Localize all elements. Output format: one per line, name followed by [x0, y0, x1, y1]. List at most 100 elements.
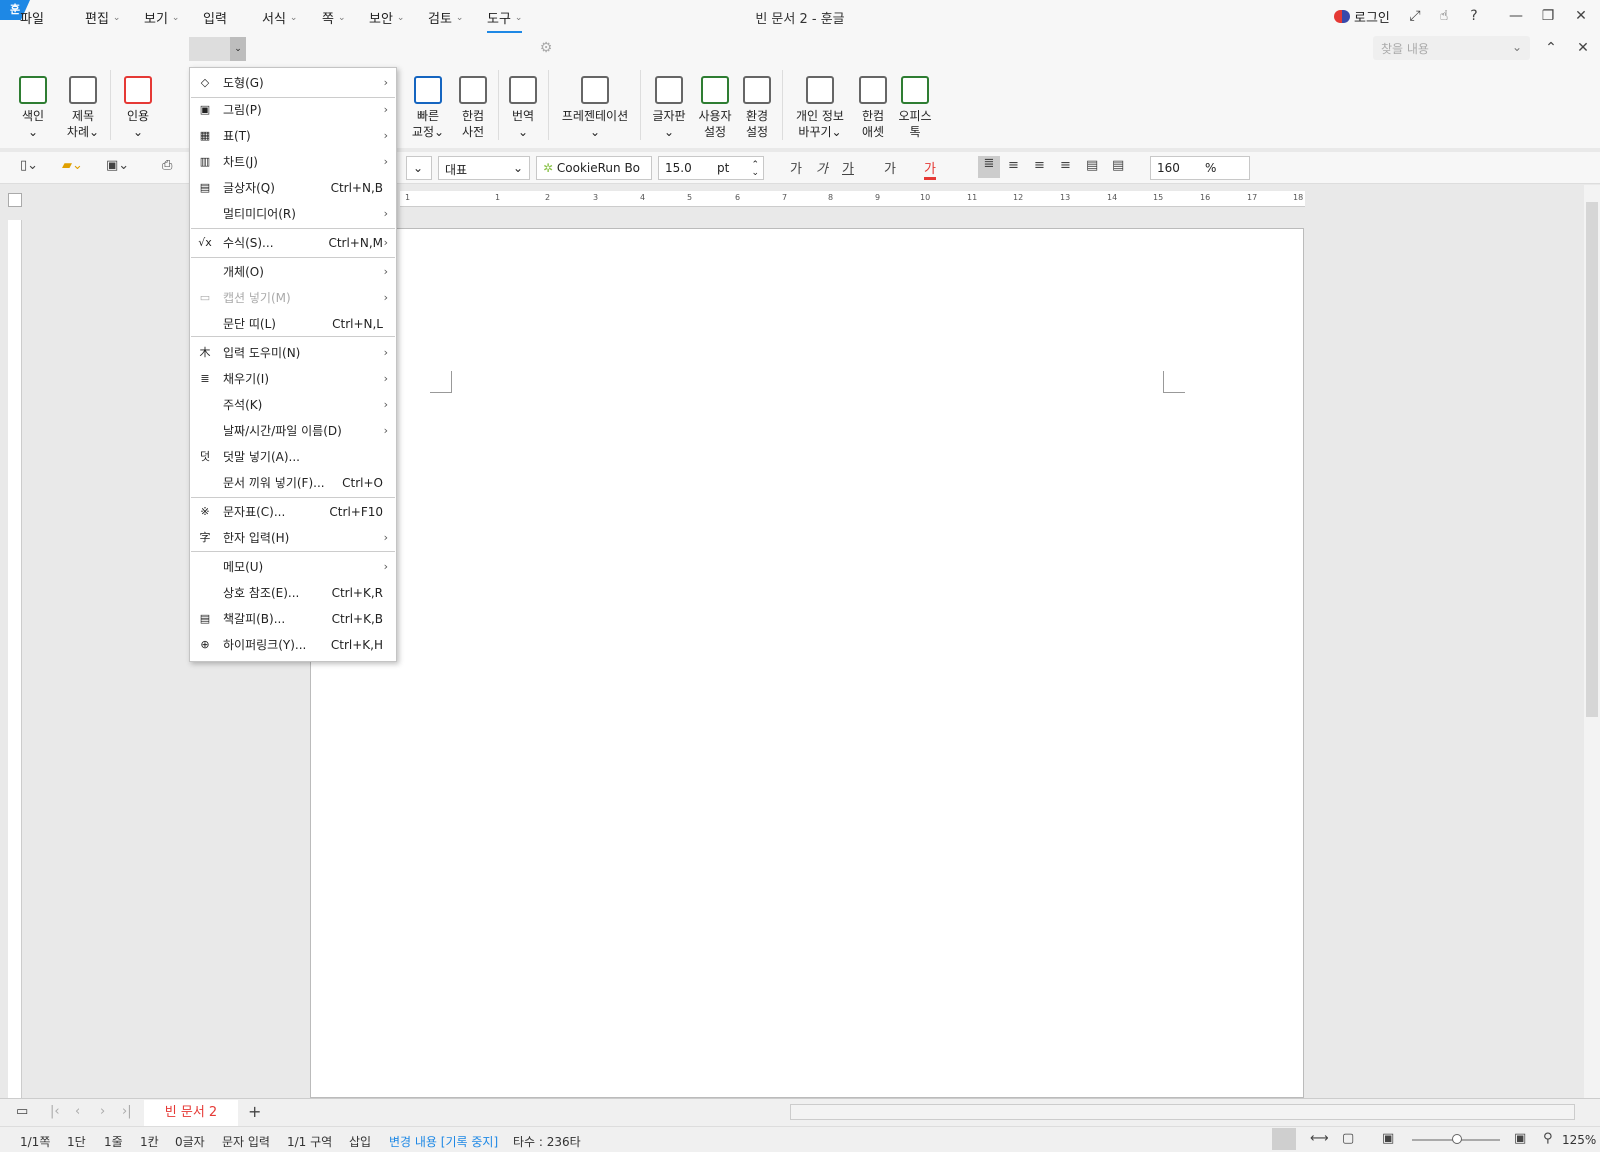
menu-item[interactable]: 덧 덧말 넣기(A)... — [190, 444, 396, 470]
status-track-changes[interactable]: 변경 내용 [기록 중지] — [389, 1133, 498, 1150]
last-tab-icon[interactable]: ›| — [122, 1104, 132, 1119]
ribbon-presentation[interactable]: 프레젠테이션 ⌄ — [558, 76, 632, 140]
minimize-button[interactable]: — — [1505, 6, 1527, 26]
align-right-icon[interactable]: ≡ — [1060, 158, 1071, 173]
chevron-up-icon[interactable]: ⌃ — [1540, 38, 1562, 58]
ruler-corner[interactable] — [8, 193, 22, 207]
font-select[interactable]: ✲ CookieRun Bo — [536, 156, 652, 180]
menu-item[interactable]: ▥ 차트(J) › — [190, 149, 396, 175]
view-width-icon[interactable]: ⟷ — [1310, 1131, 1329, 1146]
touch-mode-icon[interactable]: ☝ — [1433, 6, 1455, 26]
align-center-icon[interactable]: ≡ — [1034, 158, 1045, 173]
ribbon-citation[interactable]: 인용 ⌄ — [122, 76, 154, 140]
menu-item[interactable]: ※ 문자표(C)... Ctrl+F10 — [190, 499, 396, 525]
close-ribbon-icon[interactable]: ✕ — [1572, 38, 1594, 58]
italic-icon[interactable]: 가 — [816, 158, 828, 177]
menu-item[interactable]: 멀티미디어(R) › — [190, 201, 396, 227]
document-page[interactable] — [310, 228, 1304, 1098]
line-spacing-input[interactable]: 160% — [1150, 156, 1250, 180]
menu-item[interactable]: ⊕ 하이퍼링크(Y)... Ctrl+K,H — [190, 632, 396, 658]
add-tab-button[interactable]: + — [248, 1102, 261, 1121]
zoom-out-icon[interactable]: ▣ — [1382, 1131, 1394, 1146]
zoom-slider-thumb[interactable] — [1452, 1134, 1462, 1144]
menu-item[interactable]: ◇ 도형(G) › — [190, 70, 396, 96]
menu-tools[interactable]: 도구 ⌄ — [487, 8, 523, 33]
next-tab-icon[interactable]: › — [100, 1104, 105, 1119]
new-doc-icon[interactable]: ▯⌄ — [20, 158, 38, 173]
menu-item[interactable]: 주석(K) › — [190, 392, 396, 418]
menu-item[interactable]: 메모(U) › — [190, 554, 396, 580]
print-icon[interactable]: ⎙ — [162, 158, 172, 173]
distribute-icon[interactable]: ▤ — [1086, 158, 1098, 173]
ribbon-asset[interactable]: 한컴 애셋 — [856, 76, 890, 140]
ribbon-preferences[interactable]: 환경 설정 — [740, 76, 774, 140]
ribbon-index[interactable]: 색인 ⌄ — [18, 76, 48, 140]
menu-item[interactable]: ≣ 채우기(I) › — [190, 366, 396, 392]
underline-icon[interactable]: 가 — [842, 158, 854, 177]
status-input-mode[interactable]: 문자 입력 — [222, 1133, 270, 1150]
menu-item[interactable]: ▤ 책갈피(B)... Ctrl+K,B — [190, 606, 396, 632]
menu-edit[interactable]: 편집 ⌄ — [85, 8, 120, 27]
menu-item[interactable]: ▤ 글상자(Q) Ctrl+N,B — [190, 175, 396, 201]
status-page[interactable]: 1/1쪽 — [20, 1133, 50, 1150]
open-folder-icon[interactable]: ▰⌄ — [62, 158, 83, 173]
menu-item[interactable]: 개체(O) › — [190, 259, 396, 285]
ribbon-toc[interactable]: 제목 차례⌄ — [64, 76, 102, 140]
page-view-icon[interactable]: ▭ — [16, 1104, 28, 1119]
menu-view[interactable]: 보기 ⌄ — [144, 8, 179, 27]
menu-input[interactable]: 입력 — [203, 8, 227, 27]
strike-icon[interactable]: 가 — [884, 158, 896, 177]
close-button[interactable]: ✕ — [1570, 6, 1592, 26]
menu-security[interactable]: 보안 ⌄ — [369, 8, 404, 27]
horizontal-scrollbar[interactable] — [790, 1104, 1575, 1120]
document-tab[interactable]: 빈 문서 2 — [144, 1100, 238, 1126]
ribbon-quick-correct[interactable]: 빠른 교정⌄ — [410, 76, 446, 140]
status-insert[interactable]: 삽입 — [349, 1133, 371, 1150]
menu-review[interactable]: 검토 ⌄ — [428, 8, 463, 27]
magnifier-icon[interactable]: ⚲ — [1543, 1131, 1553, 1146]
search-input[interactable]: 찾을 내용 ⌄ — [1373, 36, 1530, 60]
align-justify-icon[interactable]: ≣ — [978, 156, 1000, 178]
font-color-icon[interactable]: 가 — [924, 158, 936, 180]
save-icon[interactable]: ▣⌄ — [106, 158, 129, 173]
style-select[interactable]: 대표 ⌄ — [438, 156, 530, 180]
ribbon-collapse-icon[interactable]: ⚙ — [535, 38, 557, 58]
vertical-scroll-thumb[interactable] — [1586, 202, 1598, 717]
menu-input-dropdown-icon[interactable]: ⌄ — [230, 37, 246, 61]
menu-item[interactable]: 문단 띠(L) Ctrl+N,L — [190, 311, 396, 337]
menu-format[interactable]: 서식 ⌄ — [262, 8, 297, 27]
first-tab-icon[interactable]: |‹ — [50, 1104, 60, 1119]
align-left-icon[interactable]: ≡ — [1008, 158, 1019, 173]
login-button[interactable]: 로그인 — [1334, 7, 1390, 26]
ribbon-officetalk[interactable]: 오피스 톡 — [896, 76, 934, 140]
font-size-input[interactable]: 15.0 pt ⌃ ⌄ — [658, 156, 764, 180]
menu-item[interactable]: √x 수식(S)... Ctrl+N,M › — [190, 230, 396, 256]
menu-file[interactable]: 파일 — [20, 8, 44, 27]
ribbon-keyboard[interactable]: 글자판 ⌄ — [650, 76, 688, 140]
menu-item[interactable]: 木 입력 도우미(N) › — [190, 340, 396, 366]
menu-item[interactable]: ▦ 표(T) › — [190, 123, 396, 149]
divide-icon[interactable]: ▤ — [1112, 158, 1124, 173]
menu-item[interactable]: 날짜/시간/파일 이름(D) › — [190, 418, 396, 444]
menu-item[interactable]: ▭ 캡션 넣기(M) › — [190, 285, 396, 311]
ribbon-privacy[interactable]: 개인 정보 바꾸기⌄ — [792, 76, 848, 140]
zoom-level[interactable]: 125% — [1562, 1133, 1596, 1147]
zoom-in-icon[interactable]: ▣ — [1514, 1131, 1526, 1146]
view-page-icon[interactable] — [1272, 1128, 1296, 1150]
menu-item[interactable]: 상호 참조(E)... Ctrl+K,R — [190, 580, 396, 606]
ribbon-dictionary[interactable]: 한컴 사전 — [456, 76, 490, 140]
menu-page[interactable]: 쪽 ⌄ — [322, 8, 346, 27]
fullscreen-icon[interactable]: ⤢ — [1404, 6, 1426, 26]
ribbon-user-settings[interactable]: 사용자 설정 — [696, 76, 734, 140]
style-dropdown-tail[interactable]: ⌄ — [406, 156, 432, 180]
menu-item[interactable]: ▣ 그림(P) › — [190, 97, 396, 123]
view-full-icon[interactable]: ▢ — [1342, 1131, 1354, 1146]
ribbon-translate[interactable]: 번역 ⌄ — [506, 76, 540, 140]
menu-item[interactable]: 字 한자 입력(H) › — [190, 525, 396, 551]
prev-tab-icon[interactable]: ‹ — [75, 1104, 80, 1119]
help-icon[interactable]: ? — [1463, 6, 1485, 26]
restore-button[interactable]: ❐ — [1537, 6, 1559, 26]
stepper-icon[interactable]: ⌃ ⌄ — [751, 161, 759, 178]
menu-item[interactable]: 문서 끼워 넣기(F)... Ctrl+O — [190, 470, 396, 496]
bold-icon[interactable]: 가 — [790, 158, 802, 177]
